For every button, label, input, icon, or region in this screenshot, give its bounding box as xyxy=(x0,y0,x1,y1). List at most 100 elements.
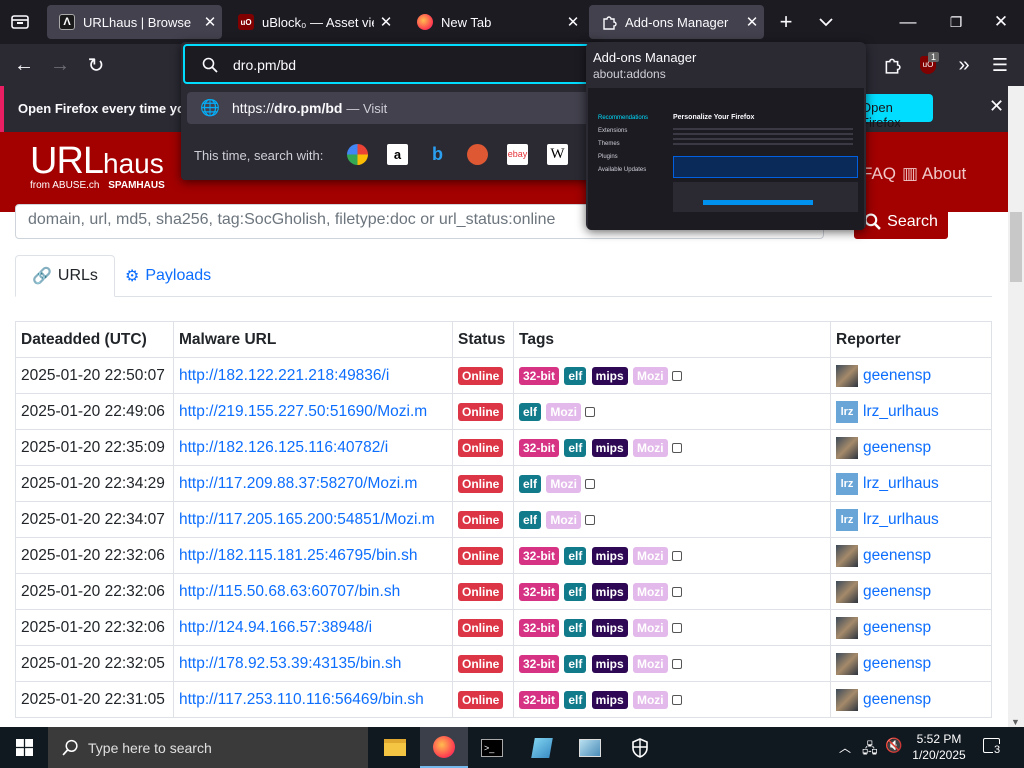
network-icon[interactable]: 🖧 xyxy=(862,738,878,762)
col-tags[interactable]: Tags xyxy=(513,321,831,358)
clock[interactable]: 5:52 PM 1/20/2025 xyxy=(908,731,970,763)
close-window-button[interactable]: ✕ xyxy=(985,6,1017,38)
page-scrollbar[interactable]: ▼ xyxy=(1008,86,1024,727)
malware-url-link[interactable]: http://182.115.181.25:46795/bin.sh xyxy=(179,547,417,564)
tag-badge[interactable]: elf xyxy=(564,546,587,565)
tag-badge[interactable]: elf xyxy=(564,582,587,601)
reporter-link[interactable]: lrz_urlhaus xyxy=(863,403,939,420)
taskbar-file-explorer[interactable] xyxy=(371,727,419,768)
duckduckgo-engine-icon[interactable] xyxy=(467,144,488,165)
url-suggestion-row[interactable]: 🌐 https://dro.pm/bd — Visit xyxy=(187,92,595,124)
col-malware-url[interactable]: Malware URL xyxy=(173,321,453,358)
malware-url-link[interactable]: http://182.122.221.218:49836/i xyxy=(179,367,389,384)
notification-center-button[interactable]: 3 xyxy=(980,735,1006,759)
malware-url-link[interactable]: http://219.155.227.50:51690/Mozi.m xyxy=(179,403,427,420)
tag-badge[interactable]: elf xyxy=(519,474,542,493)
google-engine-icon[interactable] xyxy=(347,144,368,165)
tag-badge[interactable]: 32-bit xyxy=(519,690,560,709)
ublock-toolbar-button[interactable]: uO 1 xyxy=(912,49,944,81)
col-status[interactable]: Status xyxy=(452,321,514,358)
taskbar-search-box[interactable]: Type here to search xyxy=(48,727,368,768)
reporter-link[interactable]: geenensp xyxy=(863,655,931,672)
tag-badge[interactable]: elf xyxy=(564,366,587,385)
tag-badge[interactable]: Mozi xyxy=(632,690,668,709)
tab-ublock[interactable]: uO uBlock₀ — Asset viewer ✕ xyxy=(226,5,398,39)
nav-about[interactable]: ▥ About xyxy=(902,164,966,184)
col-reporter[interactable]: Reporter xyxy=(830,321,992,358)
tag-badge[interactable]: 32-bit xyxy=(519,438,560,457)
tag-badge[interactable]: elf xyxy=(519,402,542,421)
tag-badge[interactable]: elf xyxy=(519,510,542,529)
close-notification-icon[interactable]: ✕ xyxy=(989,96,1004,117)
external-link-icon[interactable] xyxy=(585,478,595,489)
malware-url-link[interactable]: http://117.253.110.116:56469/bin.sh xyxy=(179,691,424,708)
tag-badge[interactable]: Mozi xyxy=(546,474,581,493)
col-dateadded[interactable]: Dateadded (UTC) xyxy=(15,321,174,358)
malware-url-link[interactable]: http://124.94.166.57:38948/i xyxy=(179,619,372,636)
tag-badge[interactable]: Mozi xyxy=(546,510,581,529)
malware-url-link[interactable]: http://117.209.88.37:58270/Mozi.m xyxy=(179,475,417,492)
malware-url-link[interactable]: http://178.92.53.39:43135/bin.sh xyxy=(179,655,401,672)
reporter-link[interactable]: lrz_urlhaus xyxy=(863,475,939,492)
malware-url-link[interactable]: http://182.126.125.116:40782/i xyxy=(179,439,388,456)
reporter-link[interactable]: geenensp xyxy=(863,547,931,564)
forward-button[interactable]: → xyxy=(44,49,76,81)
taskbar-app-notes[interactable] xyxy=(518,727,566,768)
tag-badge[interactable]: 32-bit xyxy=(519,546,560,565)
external-link-icon[interactable] xyxy=(671,658,682,669)
tag-badge[interactable]: mips xyxy=(591,690,628,709)
tag-badge[interactable]: mips xyxy=(591,438,628,457)
tab-addons-manager[interactable]: Add-ons Manager ✕ xyxy=(589,5,764,39)
tag-badge[interactable]: elf xyxy=(564,438,587,457)
urlbar-input[interactable]: dro.pm/bd xyxy=(183,44,599,84)
external-link-icon[interactable] xyxy=(671,622,682,633)
tag-badge[interactable]: elf xyxy=(564,654,587,673)
bing-engine-icon[interactable]: b xyxy=(427,144,448,165)
external-link-icon[interactable] xyxy=(671,694,682,705)
malware-url-link[interactable]: http://115.50.68.63:60707/bin.sh xyxy=(179,583,400,600)
extensions-button[interactable] xyxy=(876,49,908,81)
tag-badge[interactable]: mips xyxy=(591,654,628,673)
minimize-button[interactable]: — xyxy=(892,6,924,38)
tag-badge[interactable]: 32-bit xyxy=(519,582,560,601)
taskbar-firefox[interactable] xyxy=(420,727,468,768)
external-link-icon[interactable] xyxy=(671,586,682,597)
volume-muted-icon[interactable]: 🔇 xyxy=(885,737,902,754)
tag-badge[interactable]: mips xyxy=(591,546,628,565)
tag-badge[interactable]: Mozi xyxy=(632,438,668,457)
external-link-icon[interactable] xyxy=(585,514,595,525)
close-tab-icon[interactable]: ✕ xyxy=(198,13,222,31)
list-all-tabs-button[interactable] xyxy=(810,6,842,38)
external-link-icon[interactable] xyxy=(585,406,595,417)
tag-badge[interactable]: Mozi xyxy=(632,582,668,601)
tab-urlhaus[interactable]: Λ URLhaus | Browse ✕ xyxy=(47,5,222,39)
tag-badge[interactable]: Mozi xyxy=(632,618,668,637)
tag-badge[interactable]: 32-bit xyxy=(519,366,560,385)
external-link-icon[interactable] xyxy=(671,370,682,381)
show-hidden-icons-icon[interactable]: ︿ xyxy=(839,739,851,756)
scroll-down-arrow-icon[interactable]: ▼ xyxy=(1011,717,1020,727)
tag-badge[interactable]: mips xyxy=(591,618,628,637)
amazon-engine-icon[interactable]: a xyxy=(387,144,408,165)
tag-badge[interactable]: 32-bit xyxy=(519,618,560,637)
tag-badge[interactable]: Mozi xyxy=(632,366,668,385)
overflow-menu-button[interactable]: » xyxy=(948,49,980,81)
external-link-icon[interactable] xyxy=(671,550,682,561)
start-button[interactable] xyxy=(0,727,48,768)
close-tab-icon[interactable]: ✕ xyxy=(561,13,585,31)
firefox-view-button[interactable] xyxy=(4,6,36,38)
nav-faq[interactable]: FAQ xyxy=(862,164,896,184)
tag-badge[interactable]: 32-bit xyxy=(519,654,560,673)
reporter-link[interactable]: geenensp xyxy=(863,439,931,456)
urlhaus-logo[interactable]: URLhaus from ABUSE.ch SPAMHAUS xyxy=(30,140,165,191)
tag-badge[interactable]: elf xyxy=(564,690,587,709)
tab-new-tab[interactable]: New Tab ✕ xyxy=(405,5,585,39)
urlhaus-search-button[interactable]: Search xyxy=(854,204,948,239)
reporter-link[interactable]: geenensp xyxy=(863,583,931,600)
reporter-link[interactable]: geenensp xyxy=(863,619,931,636)
tag-badge[interactable]: mips xyxy=(591,366,628,385)
tag-badge[interactable]: Mozi xyxy=(546,402,581,421)
reload-button[interactable]: ↻ xyxy=(80,49,112,81)
reporter-link[interactable]: geenensp xyxy=(863,691,931,708)
wikipedia-engine-icon[interactable]: W xyxy=(547,144,568,165)
